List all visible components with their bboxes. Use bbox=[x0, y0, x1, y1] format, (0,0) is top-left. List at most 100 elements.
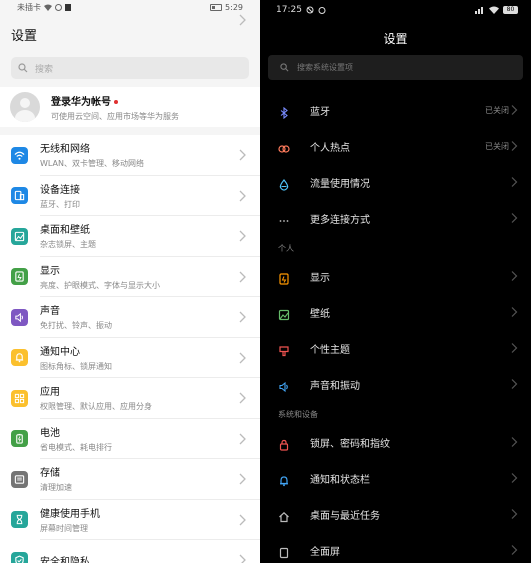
chevron-right-icon bbox=[511, 545, 518, 555]
chevron-right-icon bbox=[239, 433, 246, 444]
list-item[interactable]: 存储 清理加速 bbox=[0, 459, 260, 500]
item-label: 全面屏 bbox=[310, 546, 340, 558]
wifi-status-icon bbox=[44, 4, 52, 11]
alarm-status-icon bbox=[318, 7, 326, 14]
chevron-right-icon bbox=[239, 554, 246, 563]
item-label: 个性主题 bbox=[310, 344, 350, 356]
status-time: 17:25 bbox=[276, 5, 302, 15]
more-icon bbox=[278, 212, 290, 224]
account-subtitle: 可使用云空间、应用市场等华为服务 bbox=[51, 111, 179, 121]
personal-group: 显示 壁纸 个性主题 声音和振动 bbox=[260, 258, 531, 402]
list-item[interactable]: 通知中心 图标角标、锁屏通知 bbox=[0, 338, 260, 378]
data-usage-icon bbox=[278, 176, 290, 191]
alarm-status-icon bbox=[55, 3, 62, 11]
list-item[interactable]: 健康使用手机 屏幕时间管理 bbox=[0, 500, 260, 540]
list-item[interactable]: 通知和状态栏 bbox=[260, 460, 531, 496]
light-settings-screen: 未插卡 5:29 设置 搜索 登录华为帐号 可使用云空间、应用市场等华为服务 无… bbox=[0, 0, 260, 563]
item-label: 电池 bbox=[40, 427, 60, 439]
search-input[interactable]: 搜索系统设置项 bbox=[268, 55, 523, 80]
list-item[interactable]: 显示 亮度、护眼模式、字体与显示大小 bbox=[0, 257, 260, 297]
item-label: 更多连接方式 bbox=[310, 214, 370, 226]
account-row[interactable]: 登录华为帐号 可使用云空间、应用市场等华为服务 bbox=[0, 14, 260, 127]
notification-icon bbox=[278, 472, 290, 487]
sound-icon bbox=[11, 308, 28, 326]
section-header-system: 系统和设备 bbox=[278, 410, 318, 419]
list-item[interactable]: 桌面和壁纸 杂志锁屏、主题 bbox=[0, 216, 260, 257]
page-title: 设置 bbox=[383, 32, 408, 46]
status-bar: 未插卡 5:29 bbox=[0, 0, 260, 14]
item-subtitle: WLAN、双卡管理、移动网络 bbox=[40, 159, 145, 169]
list-item[interactable]: 显示 bbox=[260, 258, 531, 294]
item-label: 显示 bbox=[40, 265, 60, 277]
theme-icon bbox=[278, 342, 290, 357]
dark-settings-screen: 17:25 80 设置 搜索系统设置项 蓝牙 已关闭 个人热点 已关闭 流量使用… bbox=[260, 0, 531, 563]
display-icon bbox=[11, 268, 28, 286]
list-item[interactable]: 蓝牙 已关闭 bbox=[260, 92, 531, 128]
list-item[interactable]: 壁纸 bbox=[260, 294, 531, 330]
list-item[interactable]: 桌面与最近任务 bbox=[260, 496, 531, 532]
chevron-right-icon bbox=[511, 271, 518, 281]
list-item[interactable]: 全面屏 bbox=[260, 532, 531, 563]
item-label: 无线和网络 bbox=[40, 144, 90, 156]
search-icon bbox=[18, 63, 28, 73]
item-label: 通知和状态栏 bbox=[310, 474, 370, 486]
page-title: 设置 bbox=[11, 29, 38, 44]
dnd-status-icon bbox=[306, 6, 314, 14]
storage-icon bbox=[11, 470, 28, 488]
list-item[interactable]: 流量使用情况 bbox=[260, 164, 531, 200]
chevron-right-icon bbox=[239, 473, 246, 485]
shield-icon bbox=[11, 551, 28, 563]
battery-status-icon bbox=[210, 3, 223, 11]
search-icon bbox=[280, 63, 289, 72]
chevron-right-icon bbox=[239, 190, 246, 201]
notification-icon bbox=[11, 349, 28, 367]
chevron-right-icon bbox=[239, 352, 246, 363]
list-item[interactable]: 个性主题 bbox=[260, 330, 531, 366]
fullscreen-icon bbox=[278, 544, 290, 559]
item-label: 安全和隐私 bbox=[40, 556, 90, 563]
list-item[interactable]: 设备连接 蓝牙、打印 bbox=[0, 176, 260, 216]
item-label: 显示 bbox=[310, 272, 330, 284]
list-item[interactable]: 无线和网络 WLAN、双卡管理、移动网络 bbox=[0, 135, 260, 176]
chevron-right-icon bbox=[511, 213, 518, 223]
carrier-text: 未插卡 bbox=[17, 2, 41, 12]
item-label: 通知中心 bbox=[40, 346, 80, 358]
chevron-right-icon bbox=[239, 149, 246, 161]
display-icon bbox=[278, 270, 290, 285]
hotspot-icon bbox=[278, 140, 290, 153]
chevron-right-icon bbox=[239, 392, 246, 404]
list-item[interactable]: 锁屏、密码和指纹 bbox=[260, 424, 531, 460]
item-value: 已关闭 bbox=[485, 105, 509, 115]
battery-icon bbox=[11, 430, 28, 448]
item-label: 设备连接 bbox=[40, 184, 80, 196]
list-item[interactable]: 电池 省电模式、耗电排行 bbox=[0, 419, 260, 459]
list-item[interactable]: 个人热点 已关闭 bbox=[260, 128, 531, 164]
home-icon bbox=[278, 508, 290, 523]
item-subtitle: 蓝牙、打印 bbox=[40, 199, 80, 209]
lock-icon bbox=[278, 436, 290, 451]
chevron-right-icon bbox=[511, 141, 518, 151]
list-item[interactable]: 安全和隐私 bbox=[0, 540, 260, 563]
list-item[interactable]: 声音 免打扰、铃声、振动 bbox=[0, 297, 260, 338]
apps-icon bbox=[11, 389, 28, 407]
wallpaper-icon bbox=[278, 306, 290, 321]
battery-status-icon: 80 bbox=[503, 6, 518, 14]
device-connect-icon bbox=[11, 187, 28, 205]
list-item[interactable]: 应用 权限管理、默认应用、应用分身 bbox=[0, 378, 260, 419]
chevron-right-icon bbox=[511, 177, 518, 187]
item-subtitle: 杂志锁屏、主题 bbox=[40, 240, 96, 250]
item-label: 存储 bbox=[40, 468, 60, 480]
chevron-right-icon bbox=[239, 230, 246, 242]
item-label: 蓝牙 bbox=[310, 106, 330, 118]
chevron-right-icon bbox=[239, 311, 246, 323]
search-input[interactable]: 搜索 bbox=[11, 57, 249, 79]
item-subtitle: 亮度、护眼模式、字体与显示大小 bbox=[40, 280, 160, 290]
chevron-right-icon bbox=[511, 437, 518, 447]
item-subtitle: 屏幕时间管理 bbox=[40, 523, 88, 533]
wifi-status-icon bbox=[489, 6, 499, 14]
sound-icon bbox=[278, 378, 290, 393]
wifi-icon bbox=[11, 146, 28, 164]
item-subtitle: 免打扰、铃声、振动 bbox=[40, 321, 112, 331]
list-item[interactable]: 声音和振动 bbox=[260, 366, 531, 402]
list-item[interactable]: 更多连接方式 bbox=[260, 200, 531, 236]
